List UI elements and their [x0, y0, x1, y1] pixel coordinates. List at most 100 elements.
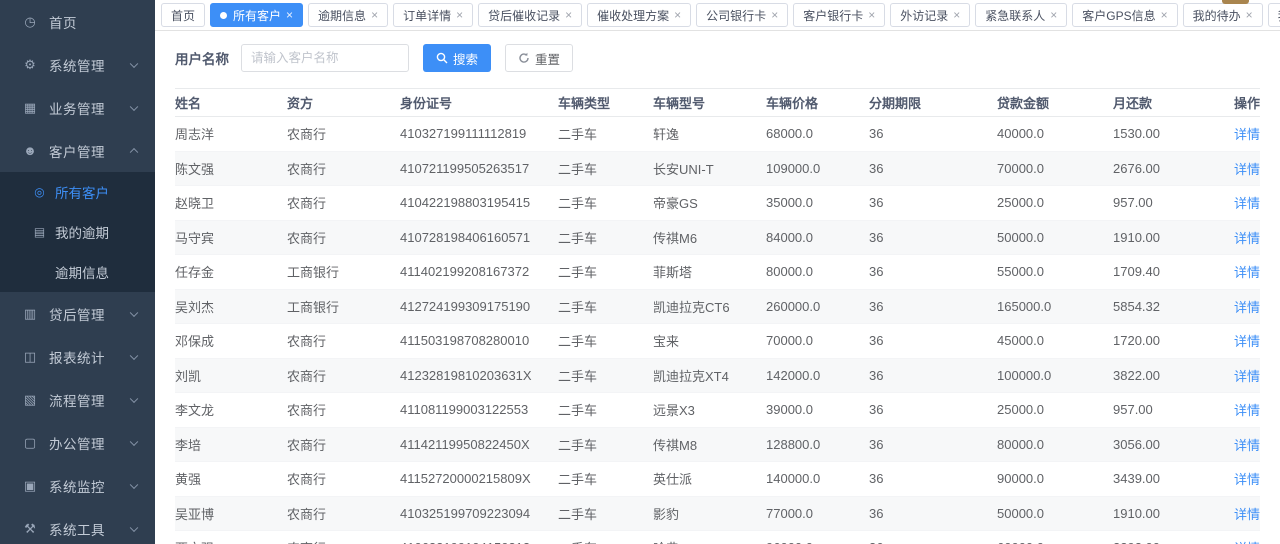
tab-label: 首页: [171, 7, 195, 24]
detail-link[interactable]: 详情: [1234, 403, 1260, 418]
cell-funder: 农商行: [287, 393, 400, 428]
detail-link[interactable]: 详情: [1234, 127, 1260, 142]
report-icon: ◫: [22, 349, 38, 365]
tab-所有客户[interactable]: 所有客户×: [210, 3, 303, 27]
sidebar-subitem-所有客户[interactable]: ◎所有客户: [0, 172, 155, 212]
tab-订单详情[interactable]: 订单详情×: [393, 3, 473, 27]
close-icon[interactable]: ×: [771, 9, 778, 21]
sidebar-item-贷后管理[interactable]: ▥贷后管理: [0, 292, 155, 335]
cell-action: 详情: [1230, 531, 1260, 544]
cell-action: 详情: [1230, 393, 1260, 428]
cell-term: 36: [869, 531, 997, 544]
detail-link[interactable]: 详情: [1234, 507, 1260, 522]
close-icon[interactable]: ×: [456, 9, 463, 21]
close-icon[interactable]: ×: [371, 9, 378, 21]
sidebar-item-报表统计[interactable]: ◫报表统计: [0, 335, 155, 378]
cell-monthly: 957.00: [1113, 186, 1230, 221]
close-icon[interactable]: ×: [674, 9, 681, 21]
tab-客户GPS信息[interactable]: 客户GPS信息×: [1072, 3, 1177, 27]
sidebar-item-label: 首页: [49, 12, 77, 32]
sidebar-item-系统监控[interactable]: ▣系统监控: [0, 464, 155, 507]
cell-vehicle_type: 二手车: [558, 324, 653, 359]
cell-term: 36: [869, 117, 997, 152]
cell-term: 36: [869, 186, 997, 221]
detail-link[interactable]: 详情: [1234, 334, 1260, 349]
sidebar-item-首页[interactable]: ◷首页: [0, 0, 155, 43]
detail-link[interactable]: 详情: [1234, 231, 1260, 246]
cell-loan: 70000.0: [997, 151, 1113, 186]
cell-price: 96000.0: [766, 531, 869, 544]
cell-vehicle_type: 二手车: [558, 358, 653, 393]
detail-link[interactable]: 详情: [1234, 438, 1260, 453]
cell-model: 长安UNI-T: [653, 151, 766, 186]
close-icon[interactable]: ×: [868, 9, 875, 21]
close-icon[interactable]: ×: [953, 9, 960, 21]
cell-monthly: 5854.32: [1113, 289, 1230, 324]
cell-action: 详情: [1230, 255, 1260, 290]
cell-price: 80000.0: [766, 255, 869, 290]
tab-催收处理方案[interactable]: 催收处理方案 ×: [587, 3, 691, 27]
sidebar-item-客户管理[interactable]: ☻客户管理: [0, 129, 155, 172]
cell-monthly: 2676.00: [1113, 151, 1230, 186]
tab-首页[interactable]: 首页: [161, 3, 205, 27]
reset-button[interactable]: 重置: [505, 44, 573, 72]
column-header-姓名: 姓名: [175, 89, 287, 117]
close-icon[interactable]: ×: [1246, 9, 1253, 21]
detail-link[interactable]: 详情: [1234, 369, 1260, 384]
cell-id_number: 41152720000215809X: [400, 462, 558, 497]
tab-我的待办[interactable]: 我的待办×: [1183, 3, 1263, 27]
sidebar-item-系统工具[interactable]: ⚒系统工具: [0, 507, 155, 544]
cell-loan: 55000.0: [997, 255, 1113, 290]
cell-monthly: 3822.00: [1113, 358, 1230, 393]
sidebar-item-label: 客户管理: [49, 141, 105, 161]
sidebar-subitem-我的逾期[interactable]: ▤我的逾期: [0, 212, 155, 252]
close-icon[interactable]: ×: [286, 9, 293, 21]
tab-外访记录[interactable]: 外访记录×: [890, 3, 970, 27]
chevron-up-icon: [130, 147, 138, 155]
cell-model: 帝豪GS: [653, 186, 766, 221]
cell-funder: 农商行: [287, 220, 400, 255]
detail-link[interactable]: 详情: [1234, 472, 1260, 487]
cell-action: 详情: [1230, 358, 1260, 393]
detail-link[interactable]: 详情: [1234, 265, 1260, 280]
close-icon[interactable]: ×: [1050, 9, 1057, 21]
search-button[interactable]: 搜索: [423, 44, 491, 72]
close-icon[interactable]: ×: [565, 9, 572, 21]
detail-link[interactable]: 详情: [1234, 300, 1260, 315]
tab-紧急联系人[interactable]: 紧急联系人×: [975, 3, 1067, 27]
cell-model: 凯迪拉克CT6: [653, 289, 766, 324]
cell-funder: 农商行: [287, 186, 400, 221]
cell-price: 39000.0: [766, 393, 869, 428]
close-icon[interactable]: ×: [1161, 9, 1168, 21]
tab-客户银行卡[interactable]: 客户银行卡×: [793, 3, 885, 27]
cell-name: 李文龙: [175, 393, 287, 428]
cell-loan: 80000.0: [997, 427, 1113, 462]
cell-funder: 农商行: [287, 427, 400, 462]
tab-逾期信息[interactable]: 逾期信息×: [308, 3, 388, 27]
table-row: 李培农商行41142119950822450X二手车传祺M8128800.036…: [175, 427, 1260, 462]
tab-我的流程[interactable]: 我的流程×: [1268, 3, 1280, 27]
search-input[interactable]: [241, 44, 409, 72]
cell-funder: 农商行: [287, 496, 400, 531]
cell-name: 任存金: [175, 255, 287, 290]
cell-monthly: 1530.00: [1113, 117, 1230, 152]
cell-action: 详情: [1230, 427, 1260, 462]
browser-artifact: [1222, 0, 1249, 4]
cell-monthly: 1720.00: [1113, 324, 1230, 359]
sidebar-item-业务管理[interactable]: ▦业务管理: [0, 86, 155, 129]
detail-link[interactable]: 详情: [1234, 196, 1260, 211]
search-icon: [436, 52, 448, 64]
cell-model: 轩逸: [653, 117, 766, 152]
tab-公司银行卡[interactable]: 公司银行卡×: [696, 3, 788, 27]
chevron-down-icon: [130, 480, 138, 488]
sidebar-subitem-逾期信息[interactable]: 逾期信息: [0, 252, 155, 292]
sidebar-item-系统管理[interactable]: ⚙系统管理: [0, 43, 155, 86]
sidebar-item-办公管理[interactable]: ▢办公管理: [0, 421, 155, 464]
cell-id_number: 410728198406160571: [400, 220, 558, 255]
tab-label: 催收处理方案: [597, 7, 669, 24]
tab-贷后催收记录[interactable]: 贷后催收记录×: [478, 3, 582, 27]
sidebar-item-流程管理[interactable]: ▧流程管理: [0, 378, 155, 421]
cell-action: 详情: [1230, 151, 1260, 186]
table-row: 马守宾农商行410728198406160571二手车传祺M684000.036…: [175, 220, 1260, 255]
detail-link[interactable]: 详情: [1234, 162, 1260, 177]
